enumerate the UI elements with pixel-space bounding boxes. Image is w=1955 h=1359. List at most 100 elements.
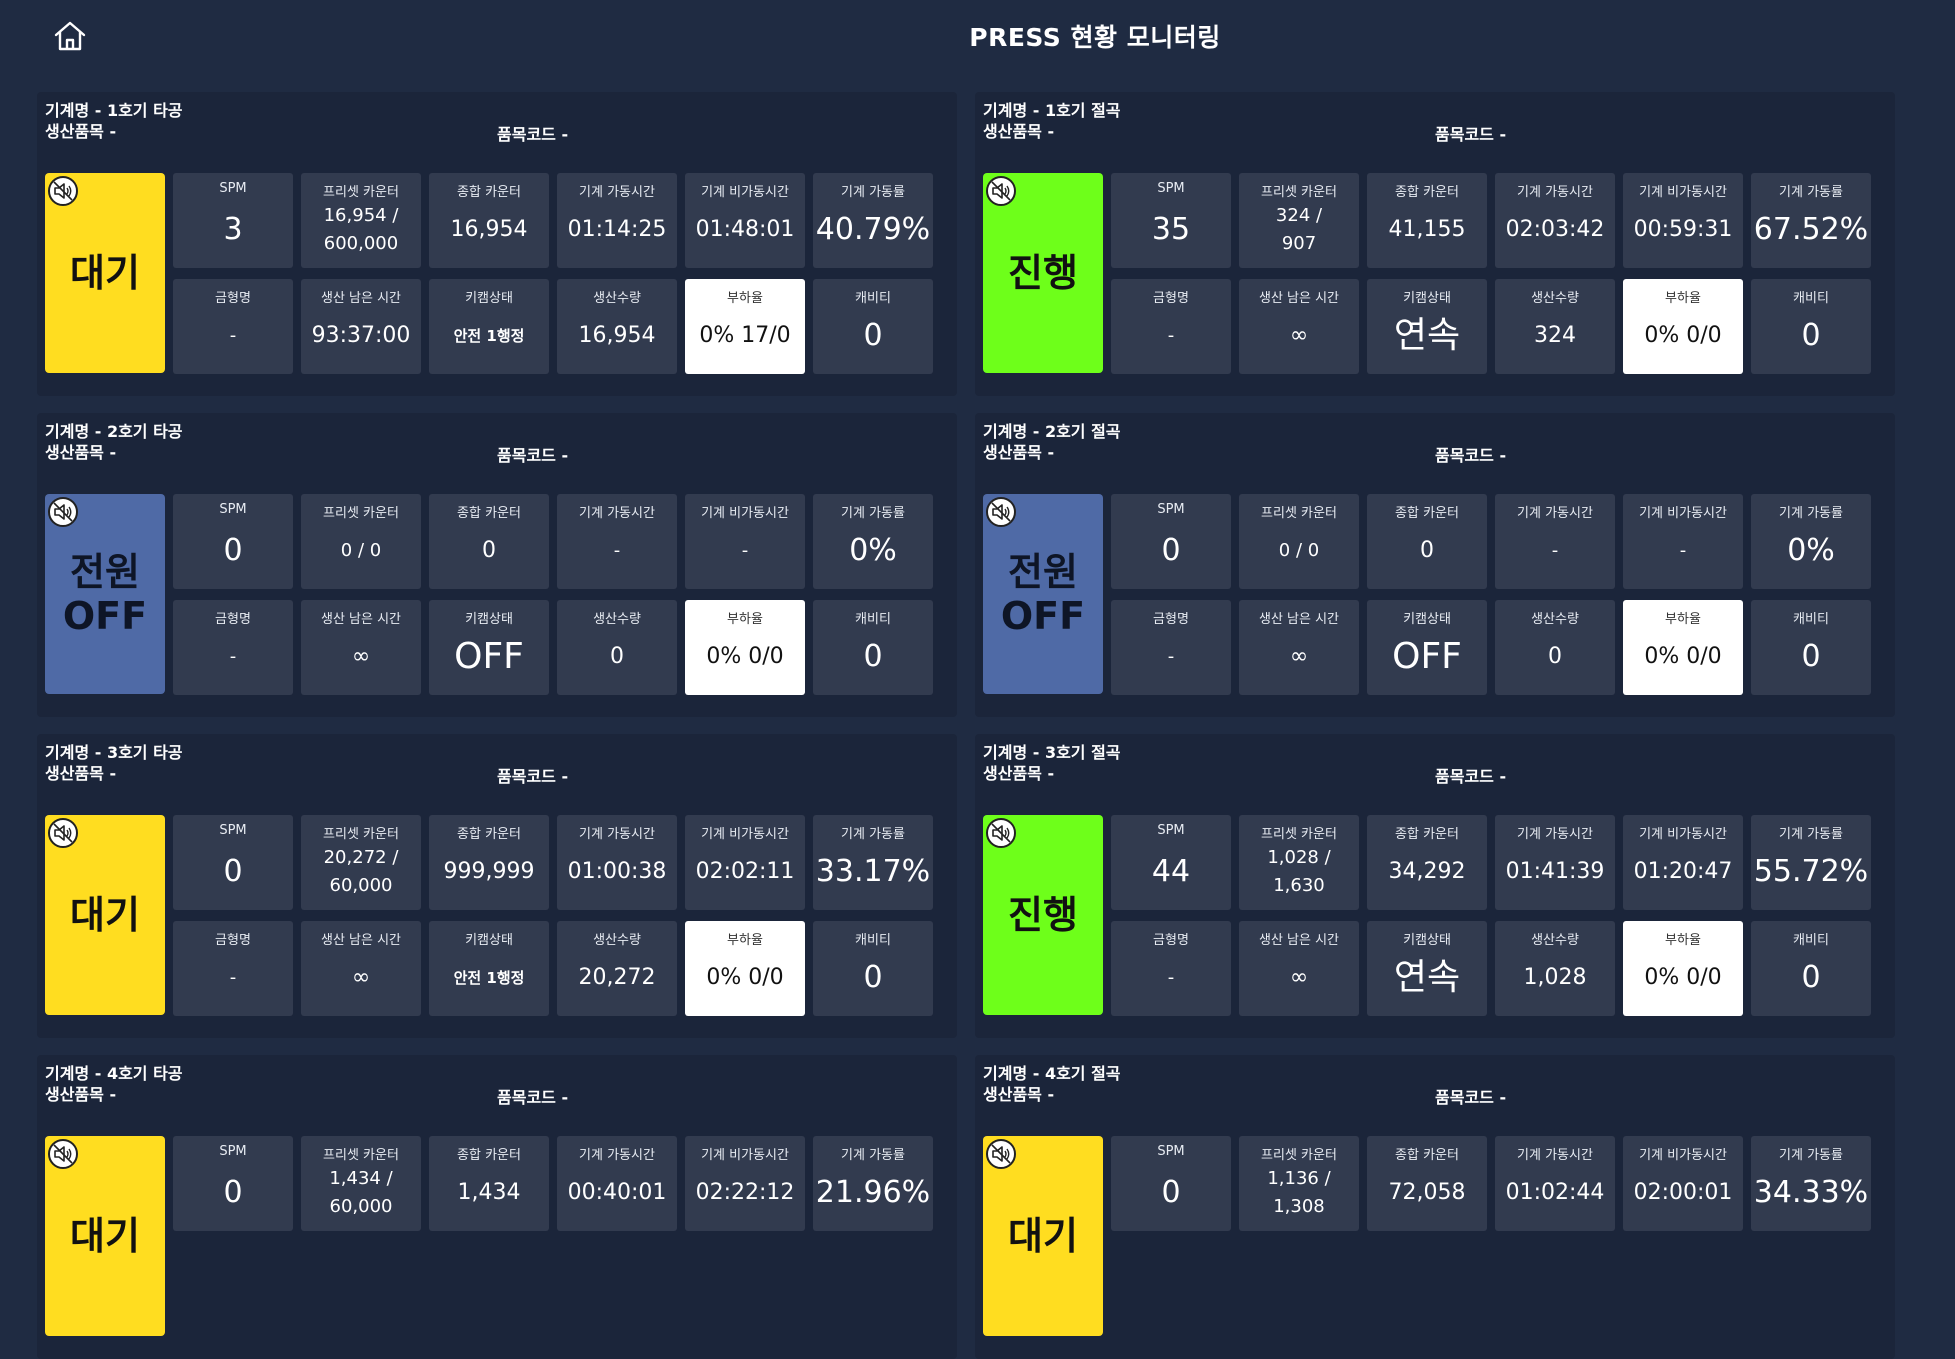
status-tile[interactable]: 진행 <box>983 173 1103 373</box>
product-code: 품목코드 - <box>1435 446 1507 465</box>
total-counter-metric: 종합 카운터 999,999 <box>429 815 549 910</box>
mute-icon[interactable] <box>986 1139 1016 1169</box>
remaining-time-metric: 생산 남은 시간 ∞ <box>1239 279 1359 374</box>
idle-time-metric: 기계 비가동시간 - <box>685 494 805 589</box>
cavity-metric-label: 캐비티 <box>855 933 891 948</box>
preset-counter-metric-value: 0 / 0 <box>1278 540 1320 561</box>
run-time-metric: 기계 가동시간 - <box>1495 494 1615 589</box>
status-tile[interactable]: 대기 <box>45 815 165 1015</box>
machine-card[interactable]: 기계명 - 1호기 절곡 생산품목 - 품목코드 - 진행 SPM 35 프리셋 카운터 32… <box>975 92 1895 396</box>
run-time-metric-value: - <box>613 540 621 561</box>
product-name: 생산품목 - <box>983 443 1055 462</box>
status-tile[interactable]: 전원 OFF <box>45 494 165 694</box>
idle-time-metric-value: - <box>1679 540 1687 561</box>
load-rate-metric-label: 부하율 <box>727 291 763 306</box>
operation-rate-metric-label: 기계 가동률 <box>841 1148 905 1163</box>
run-time-metric: 기계 가동시간 02:03:42 <box>1495 173 1615 268</box>
cavity-metric-value: 0 <box>1801 639 1821 674</box>
spm-metric-label: SPM <box>1157 502 1185 517</box>
load-rate-metric: 부하율 0% 0/0 <box>1623 600 1743 695</box>
idle-time-metric-label: 기계 비가동시간 <box>1639 506 1727 521</box>
total-counter-metric-label: 종합 카운터 <box>1395 827 1459 842</box>
preset-counter-metric-value: 16,954 /600,000 <box>323 205 399 254</box>
status-tile[interactable]: 전원 OFF <box>983 494 1103 694</box>
production-qty-metric-label: 생산수량 <box>593 291 641 306</box>
metrics-panel: SPM 0 프리셋 카운터 0 / 0 종합 카운터 0 기계 가동시간 - 기계 비가동시간 -… <box>173 494 943 695</box>
cavity-metric-value: 0 <box>863 639 883 674</box>
remaining-time-metric-label: 생산 남은 시간 <box>1258 933 1340 948</box>
remaining-time-metric: 생산 남은 시간 93:37:00 <box>301 279 421 374</box>
load-rate-metric: 부하율 0% 0/0 <box>1623 279 1743 374</box>
operation-rate-metric-label: 기계 가동률 <box>841 827 905 842</box>
spm-metric-label: SPM <box>219 823 247 838</box>
product-name: 생산품목 - <box>983 764 1055 783</box>
mute-icon[interactable] <box>48 818 78 848</box>
machine-card[interactable]: 기계명 - 2호기 타공 생산품목 - 품목코드 - 전원 OFF SPM 0 프리셋 카운터… <box>37 413 957 717</box>
mute-icon[interactable] <box>986 818 1016 848</box>
preset-counter-metric-value: 0 / 0 <box>340 540 382 561</box>
machine-header: 기계명 - 2호기 절곡 생산품목 - <box>983 421 1121 463</box>
mute-icon[interactable] <box>986 497 1016 527</box>
metrics-panel: SPM 3 프리셋 카운터 16,954 /600,000 종합 카운터 16,954 기계… <box>173 173 943 374</box>
load-rate-metric-value: 0% 0/0 <box>706 644 784 669</box>
cavity-metric-value: 0 <box>863 960 883 995</box>
page-title: PRESS 현황 모니터링 <box>969 23 1221 52</box>
remaining-time-metric: 생산 남은 시간 ∞ <box>301 600 421 695</box>
product-name: 생산품목 - <box>983 1085 1055 1104</box>
remaining-time-metric: 생산 남은 시간 ∞ <box>1239 921 1359 1016</box>
machine-card[interactable]: 기계명 - 1호기 타공 생산품목 - 품목코드 - 대기 SPM 3 프리셋 카운터 16,… <box>37 92 957 396</box>
mute-icon[interactable] <box>48 497 78 527</box>
idle-time-metric-value: 00:59:31 <box>1633 217 1733 242</box>
run-time-metric-label: 기계 가동시간 <box>1517 185 1593 200</box>
production-qty-metric-value: 0 <box>1548 644 1562 669</box>
remaining-time-metric-value: ∞ <box>351 644 371 669</box>
cavity-metric-label: 캐비티 <box>1793 933 1829 948</box>
status-tile[interactable]: 진행 <box>983 815 1103 1015</box>
total-counter-metric: 종합 카운터 72,058 <box>1367 1136 1487 1231</box>
machine-card[interactable]: 기계명 - 3호기 타공 생산품목 - 품목코드 - 대기 SPM 0 프리셋 카운터 20,… <box>37 734 957 1038</box>
mute-icon[interactable] <box>48 1139 78 1169</box>
spm-metric-label: SPM <box>1157 823 1185 838</box>
status-tile[interactable]: 대기 <box>45 173 165 373</box>
spm-metric-label: SPM <box>219 181 247 196</box>
total-counter-metric-label: 종합 카운터 <box>457 827 521 842</box>
machine-card[interactable]: 기계명 - 3호기 절곡 생산품목 - 품목코드 - 진행 SPM 44 프리셋 카운터 1,… <box>975 734 1895 1038</box>
production-qty-metric: 생산수량 1,028 <box>1495 921 1615 1016</box>
run-time-metric-value: 02:03:42 <box>1505 217 1605 242</box>
machine-card[interactable]: 기계명 - 2호기 절곡 생산품목 - 품목코드 - 전원 OFF SPM 0 프리셋 카운터… <box>975 413 1895 717</box>
idle-time-metric-value: 02:02:11 <box>695 859 795 884</box>
total-counter-metric-label: 종합 카운터 <box>457 1148 521 1163</box>
status-tile[interactable]: 대기 <box>45 1136 165 1336</box>
total-counter-metric: 종합 카운터 34,292 <box>1367 815 1487 910</box>
product-code: 품목코드 - <box>497 1088 569 1107</box>
status-tile[interactable]: 대기 <box>983 1136 1103 1336</box>
idle-time-metric: 기계 비가동시간 02:02:11 <box>685 815 805 910</box>
status-label: 대기 <box>70 251 140 295</box>
preset-counter-metric-value: 1,434 /60,000 <box>329 1168 393 1217</box>
production-qty-metric-label: 생산수량 <box>1531 612 1579 627</box>
run-time-metric-label: 기계 가동시간 <box>579 506 655 521</box>
preset-counter-metric-label: 프리셋 카운터 <box>323 827 399 842</box>
machine-header: 기계명 - 4호기 절곡 생산품목 - <box>983 1063 1121 1105</box>
mold-name-metric-value: - <box>1167 646 1175 667</box>
spm-metric: SPM 3 <box>173 173 293 268</box>
cavity-metric: 캐비티 0 <box>1751 600 1871 695</box>
mold-name-metric: 금형명 - <box>1111 921 1231 1016</box>
machine-name: 기계명 - 3호기 절곡 <box>983 743 1121 762</box>
operation-rate-metric-label: 기계 가동률 <box>1779 1148 1843 1163</box>
total-counter-metric-value: 72,058 <box>1388 1180 1466 1205</box>
mute-icon[interactable] <box>986 176 1016 206</box>
cavity-metric-label: 캐비티 <box>855 612 891 627</box>
keycam-status-metric-value: 연속 <box>1393 957 1461 998</box>
machine-card[interactable]: 기계명 - 4호기 절곡 생산품목 - 품목코드 - 대기 SPM 0 프리셋 카운터 1,1… <box>975 1055 1895 1359</box>
machine-card[interactable]: 기계명 - 4호기 타공 생산품목 - 품목코드 - 대기 SPM 0 프리셋 카운터 1,4… <box>37 1055 957 1359</box>
keycam-status-metric-label: 키캠상태 <box>1403 612 1451 627</box>
preset-counter-metric-label: 프리셋 카운터 <box>1261 185 1337 200</box>
cavity-metric: 캐비티 0 <box>813 600 933 695</box>
mute-icon[interactable] <box>48 176 78 206</box>
status-label: 전원 OFF <box>62 550 148 638</box>
remaining-time-metric: 생산 남은 시간 ∞ <box>301 921 421 1016</box>
spm-metric: SPM 44 <box>1111 815 1231 910</box>
load-rate-metric-value: 0% 17/0 <box>699 323 791 348</box>
mold-name-metric: 금형명 - <box>173 921 293 1016</box>
